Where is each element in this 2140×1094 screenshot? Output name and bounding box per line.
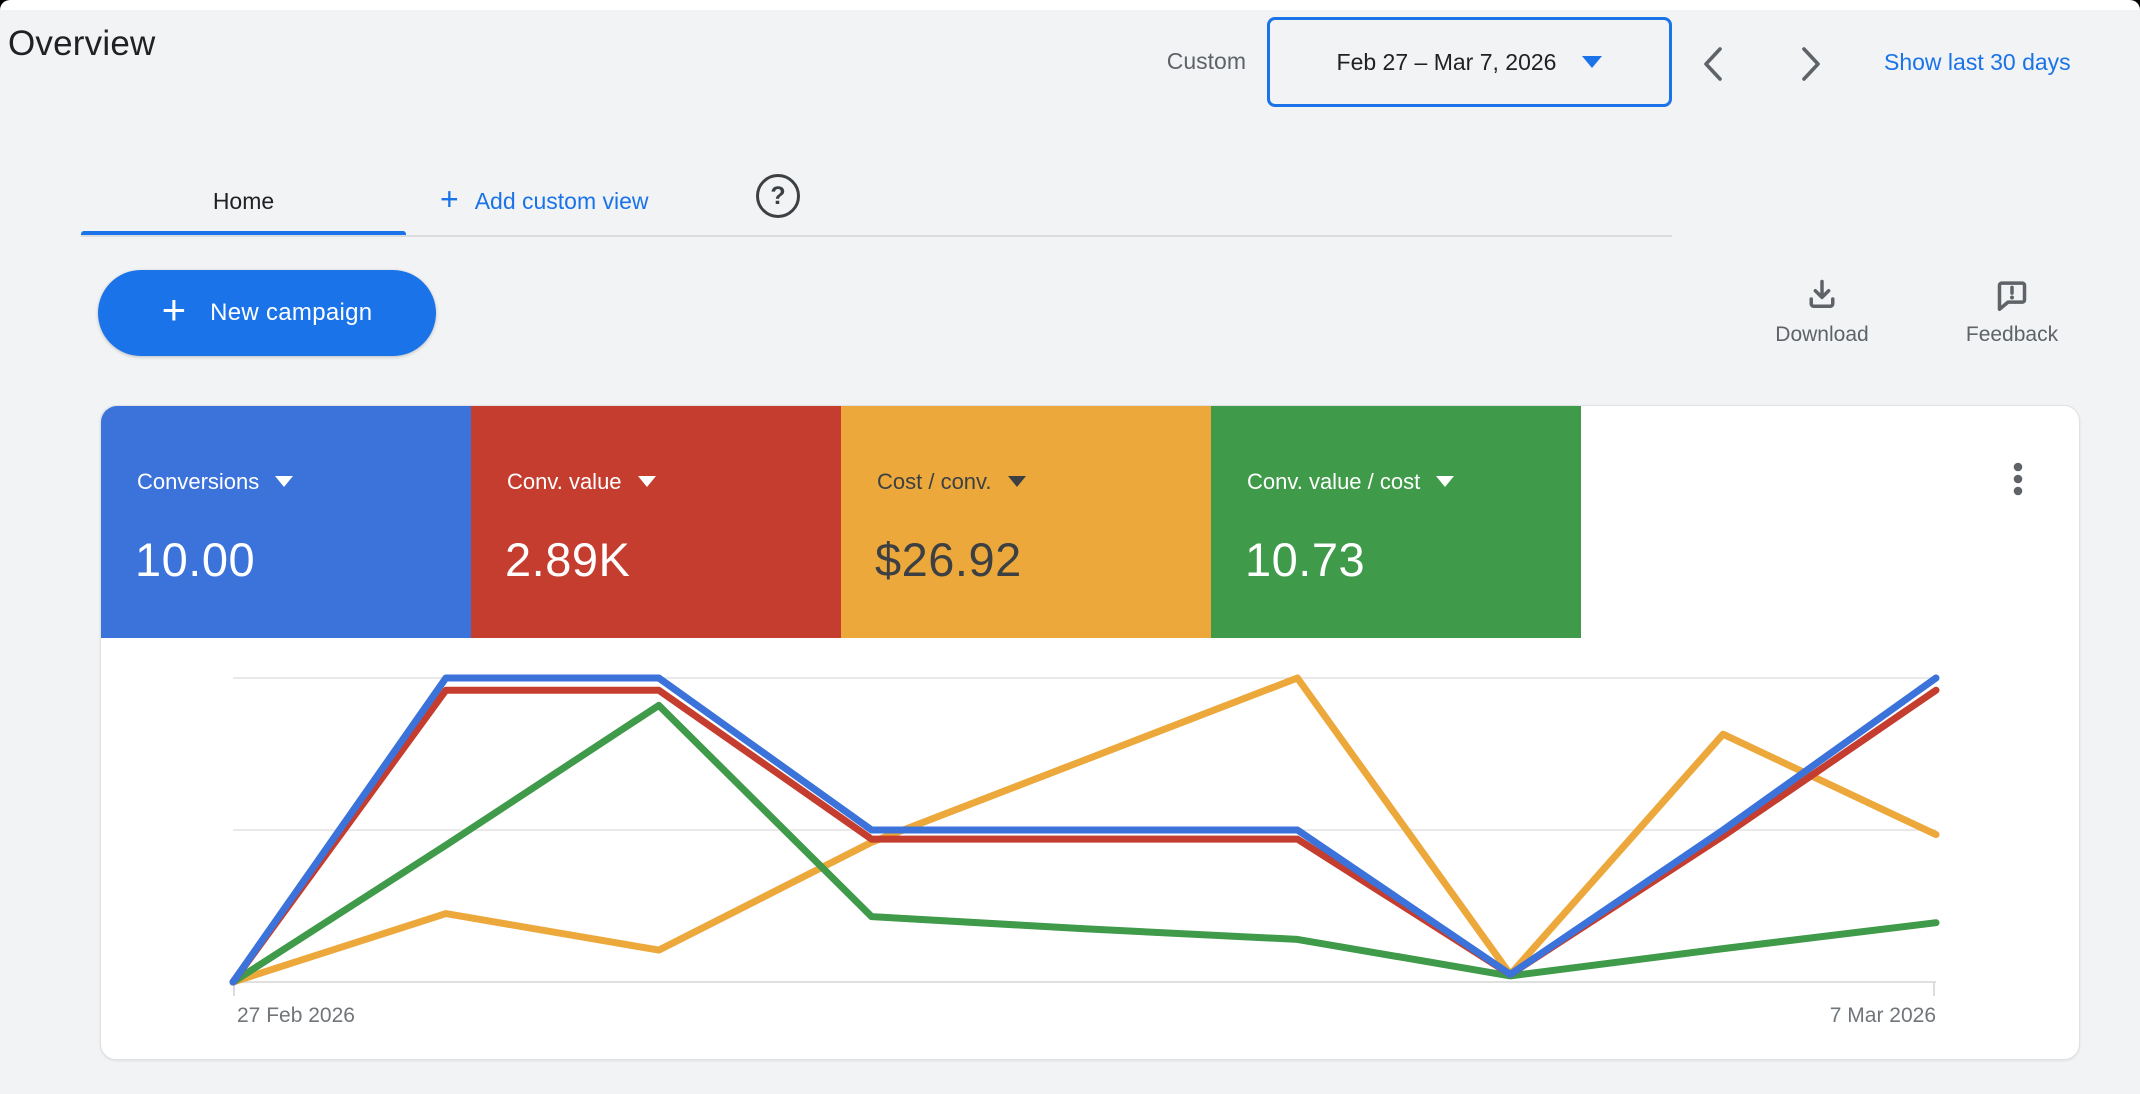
trend-line-conv-value xyxy=(229,686,1940,986)
scorecard-label: Conv. value / cost xyxy=(1247,469,1421,494)
scorecard-value: 10.73 xyxy=(1245,533,1366,586)
scorecard-label: Conversions xyxy=(137,469,260,494)
scorecard-conv-value[interactable]: Conv. value 2.89K xyxy=(471,406,841,638)
scorecard-value: 2.89K xyxy=(505,533,631,586)
overview-summary-card: Conversions 10.00 Conv. value 2.89K Cost… xyxy=(100,405,2080,1060)
page-title: Overview xyxy=(8,24,156,63)
dropdown-caret-icon xyxy=(1582,56,1603,68)
scorecard-value: 10.00 xyxy=(135,533,256,586)
scorecard-cost-per-conv[interactable]: Cost / conv. $26.92 xyxy=(841,406,1211,638)
date-mode-label: Custom xyxy=(1166,48,1246,74)
plus-icon: + xyxy=(440,181,459,217)
trend-line-conv-value-cost xyxy=(229,701,1940,986)
scorecard-value: $26.92 xyxy=(875,533,1022,586)
dropdown-caret-icon xyxy=(1436,475,1455,487)
question-mark-icon: ? xyxy=(770,181,786,210)
add-custom-view-label: Add custom view xyxy=(474,187,649,214)
scorecard-label: Conv. value xyxy=(507,469,622,494)
chevron-left-icon xyxy=(1704,47,1722,81)
tab-home[interactable]: Home xyxy=(81,170,406,232)
google-ads-overview-page: Overview Custom Feb 27 – Mar 7, 2026 Sho… xyxy=(0,0,2140,1094)
x-axis-label-end: 7 Mar 2026 xyxy=(1829,1004,1936,1027)
download-label: Download xyxy=(1775,323,1869,346)
vertical-dots-icon xyxy=(2013,462,2023,496)
scorecard-conv-value-per-cost[interactable]: Conv. value / cost 10.73 xyxy=(1211,406,1581,638)
add-custom-view-button[interactable]: + Add custom view xyxy=(440,170,649,232)
download-button[interactable]: Download xyxy=(1757,276,1887,347)
download-icon xyxy=(1809,279,1835,308)
scorecard-conversions[interactable]: Conversions 10.00 xyxy=(101,406,471,638)
plus-icon: + xyxy=(161,286,187,333)
help-button[interactable]: ? xyxy=(756,174,800,218)
show-last-30-days-link[interactable]: Show last 30 days xyxy=(1884,49,2071,76)
next-period-button[interactable] xyxy=(1786,38,1836,90)
date-range-picker[interactable]: Feb 27 – Mar 7, 2026 xyxy=(1267,17,1672,107)
window-top-strip xyxy=(0,0,2140,10)
previous-period-button[interactable] xyxy=(1688,38,1738,90)
scorecard-label: Cost / conv. xyxy=(877,469,992,494)
card-overflow-menu-button[interactable] xyxy=(1994,455,2042,503)
new-campaign-label: New campaign xyxy=(210,299,373,326)
date-range-value: Feb 27 – Mar 7, 2026 xyxy=(1336,48,1557,75)
chevron-right-icon xyxy=(1802,47,1820,81)
feedback-icon xyxy=(1997,281,2027,311)
trend-chart[interactable] xyxy=(101,638,2081,1028)
feedback-button[interactable]: Feedback xyxy=(1947,276,2077,347)
feedback-label: Feedback xyxy=(1965,323,2059,346)
new-campaign-button[interactable]: + New campaign xyxy=(98,270,436,356)
tab-bar-divider xyxy=(81,235,1672,237)
dropdown-caret-icon xyxy=(637,475,656,487)
x-axis-label-start: 27 Feb 2026 xyxy=(237,1004,355,1027)
dropdown-caret-icon xyxy=(1007,475,1026,487)
dropdown-caret-icon xyxy=(275,475,294,487)
